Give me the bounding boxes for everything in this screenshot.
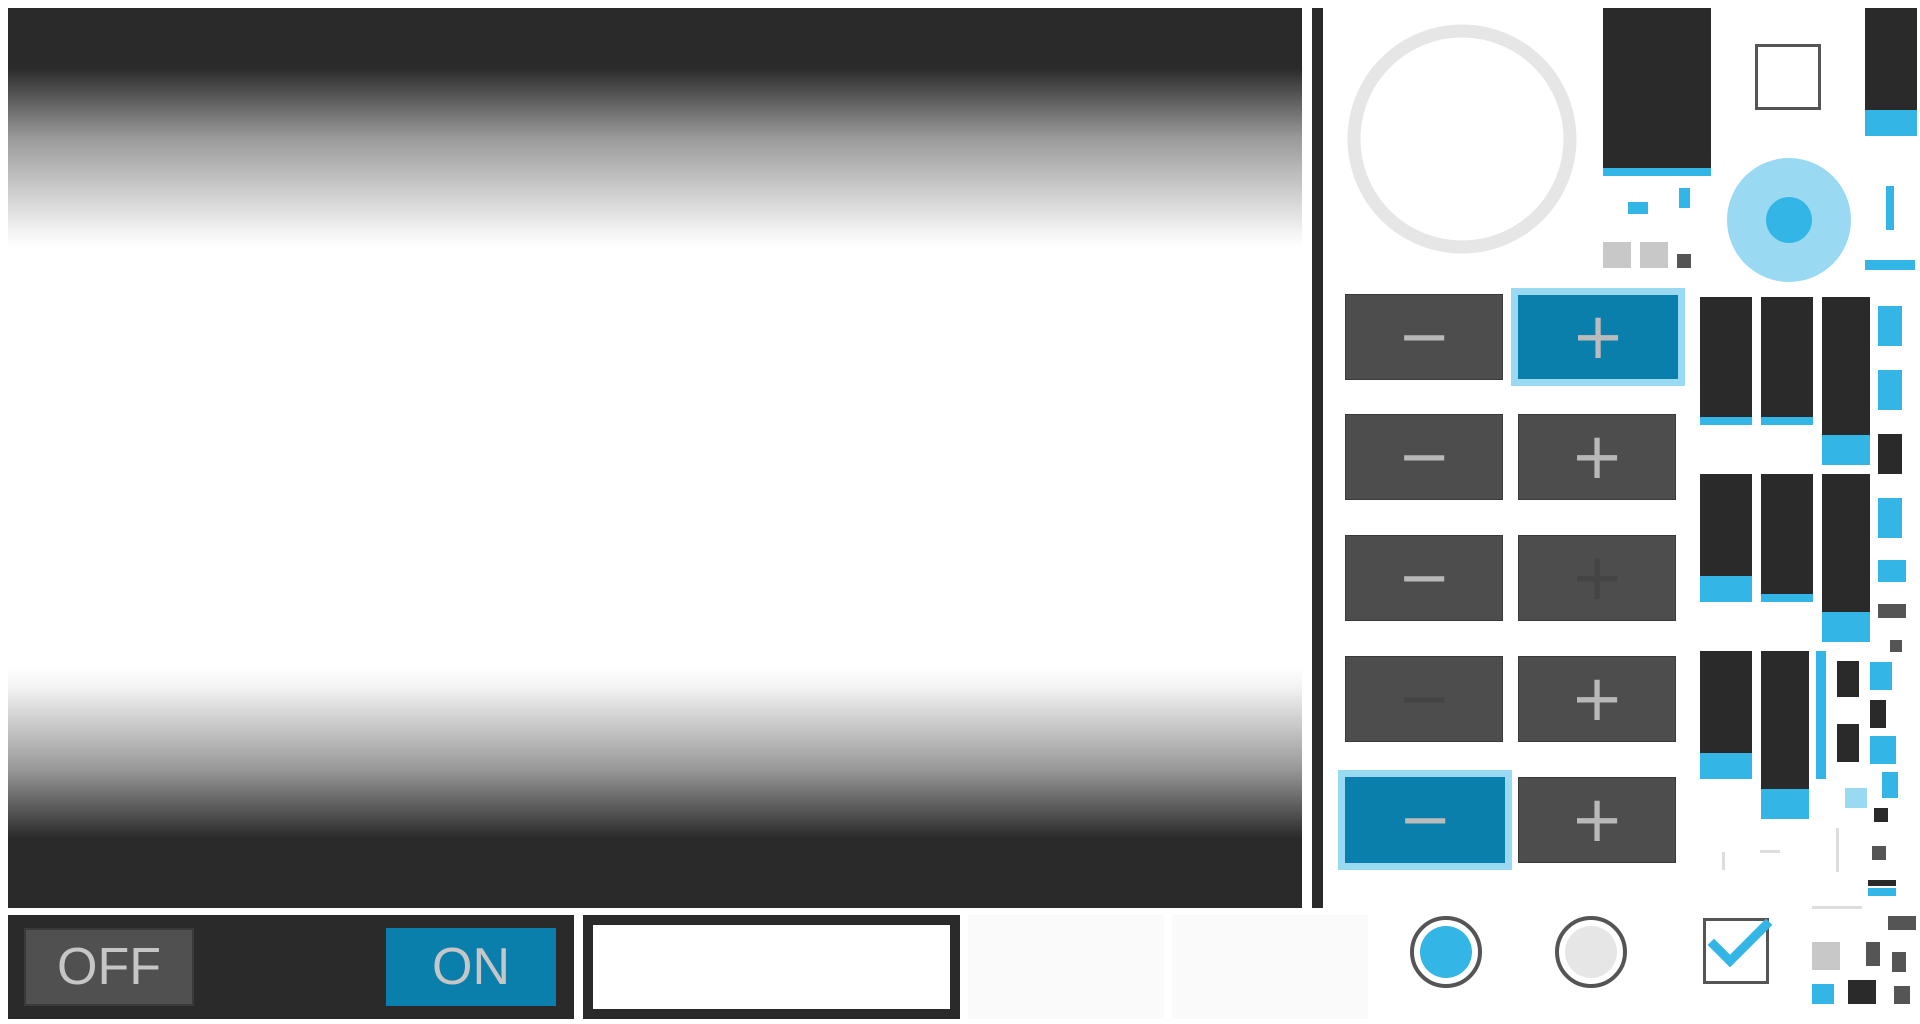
- scrollbar-track[interactable]: [1312, 8, 1323, 908]
- tab-sprite-accent: [1822, 612, 1870, 642]
- edge-strip: [1870, 700, 1886, 728]
- radio-button-checked[interactable]: [1410, 916, 1482, 988]
- edge-strip: [1878, 560, 1906, 582]
- tab-sprite: [1822, 474, 1870, 614]
- tab-sprite-accent: [1822, 435, 1870, 465]
- edge-strip: [1892, 952, 1906, 972]
- stepper-minus-button[interactable]: −: [1345, 414, 1503, 500]
- tab-sprite: [1822, 297, 1870, 437]
- tab-sprite: [1761, 474, 1813, 596]
- text-input-frame[interactable]: [583, 915, 960, 1019]
- indicator-fragment: [1640, 242, 1668, 268]
- divider-line: [1722, 852, 1725, 870]
- edge-strip: [1866, 942, 1880, 966]
- text-input[interactable]: [593, 925, 950, 1009]
- scroll-thumb-accent: [1865, 110, 1917, 136]
- checkbox-unchecked[interactable]: [1755, 44, 1821, 110]
- seekbar-thumb-icon[interactable]: [1727, 158, 1851, 282]
- check-icon: [1707, 918, 1773, 968]
- indicator-fragment: [1677, 254, 1691, 268]
- indicator-fragment: [1603, 242, 1631, 268]
- edge-strip: [1878, 498, 1902, 538]
- edge-strip: [1890, 640, 1902, 652]
- tab-sprite-accent: [1700, 753, 1752, 779]
- edge-strip: [1882, 772, 1898, 798]
- scroll-thumb-fragment: [1865, 260, 1915, 270]
- tab-sprite: [1761, 297, 1813, 419]
- tab-indicator-line: [1603, 168, 1711, 176]
- scroll-thumb-block: [1865, 8, 1917, 112]
- tab-sprite-accent: [1700, 417, 1752, 425]
- tab-sprite-accent: [1761, 594, 1813, 602]
- edge-strip: [1870, 736, 1896, 764]
- edge-strip: [1878, 370, 1902, 410]
- edge-strip: [1868, 888, 1896, 896]
- tab-sprite: [1845, 788, 1867, 808]
- stepper-plus-button[interactable]: +: [1518, 777, 1676, 863]
- edge-strip: [1848, 980, 1876, 1004]
- progress-ring-icon: [1345, 22, 1579, 256]
- switch-on-label[interactable]: ON: [386, 928, 556, 1006]
- indicator-fragment: [1679, 188, 1690, 208]
- switch-toggle[interactable]: OFF ON: [8, 915, 574, 1019]
- tab-sprite-accent: [1700, 576, 1752, 602]
- indicator-fragment: [1628, 202, 1648, 214]
- edge-strip: [1868, 880, 1896, 886]
- stepper-minus-button[interactable]: −: [1345, 294, 1503, 380]
- stepper-plus-button[interactable]: +: [1518, 656, 1676, 742]
- divider-line: [1836, 828, 1839, 872]
- edge-strip: [1872, 846, 1886, 860]
- edge-strip: [1878, 604, 1906, 618]
- empty-panel: [968, 915, 1164, 1019]
- edge-strip: [1812, 942, 1840, 970]
- scroll-thumb-fragment: [1886, 186, 1894, 230]
- tab-indicator-block: [1603, 8, 1711, 170]
- edge-strip: [1878, 434, 1902, 474]
- stepper-minus-button-disabled: −: [1345, 656, 1503, 742]
- radio-button-unchecked[interactable]: [1555, 916, 1627, 988]
- stepper-plus-button-disabled: +: [1518, 535, 1676, 621]
- tab-sprite: [1700, 651, 1752, 755]
- edge-strip: [1888, 916, 1916, 930]
- stepper-plus-button[interactable]: +: [1518, 414, 1676, 500]
- switch-off-label[interactable]: OFF: [24, 928, 194, 1006]
- stepper-plus-button[interactable]: +: [1511, 288, 1685, 386]
- tab-sprite: [1837, 724, 1859, 762]
- stepper-minus-button[interactable]: −: [1345, 535, 1503, 621]
- empty-panel: [1172, 915, 1368, 1019]
- edge-strip: [1878, 306, 1902, 346]
- tab-sprite-accent: [1761, 789, 1809, 819]
- tab-sprite: [1700, 297, 1752, 419]
- checkbox-checked[interactable]: [1703, 918, 1773, 984]
- divider-line: [1812, 906, 1862, 909]
- tab-sprite-line: [1816, 651, 1826, 779]
- tab-sprite: [1761, 651, 1809, 791]
- scroll-view[interactable]: [8, 8, 1302, 908]
- edge-strip: [1874, 808, 1888, 822]
- edge-strip: [1870, 662, 1892, 690]
- tab-sprite-accent: [1761, 417, 1813, 425]
- divider-line: [1760, 850, 1780, 853]
- tab-sprite: [1837, 661, 1859, 697]
- tab-sprite: [1700, 474, 1752, 578]
- edge-strip: [1812, 984, 1834, 1004]
- edge-strip: [1894, 986, 1910, 1004]
- stepper-minus-button[interactable]: −: [1338, 770, 1512, 870]
